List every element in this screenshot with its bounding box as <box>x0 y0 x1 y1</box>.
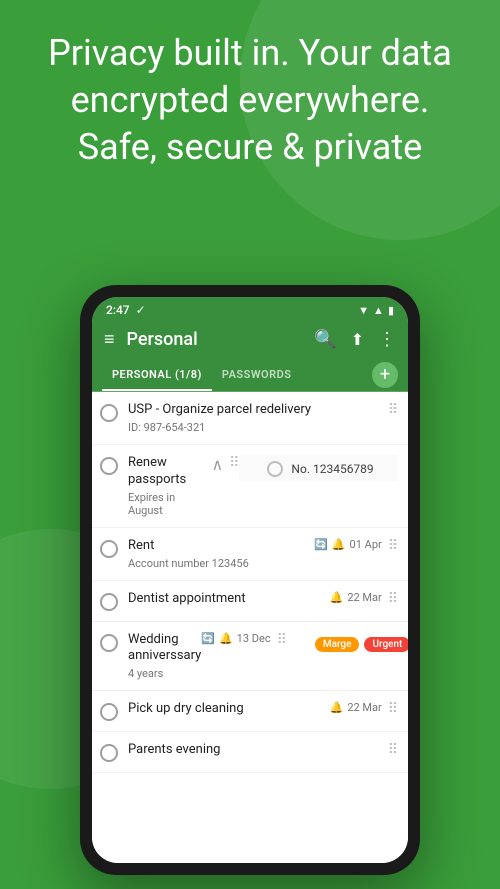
bell-icon: 🔔 <box>330 591 344 604</box>
bell-icon: 🔔 <box>330 701 344 714</box>
task-item: Renew passports Expires in August ∧ ⠿ No… <box>92 445 408 528</box>
task-date: 22 Mar <box>347 591 381 604</box>
hero-section: Privacy built in. Your data encrypted ev… <box>0 30 500 170</box>
task-item: Dentist appointment 🔔 22 Mar ⠿ <box>92 581 408 622</box>
task-content: USP - Organize parcel redelivery ID: 987… <box>128 402 382 434</box>
recurring-icon: 🔄 <box>201 632 215 645</box>
drag-icon: ⠿ <box>388 701 398 717</box>
status-time: 2:47 <box>106 303 130 317</box>
drag-icon: ⠿ <box>229 455 239 471</box>
task-subtitle: ID: 987-654-321 <box>128 421 382 434</box>
bell-icon: 🔔 <box>219 632 233 645</box>
task-checkbox[interactable] <box>100 634 118 652</box>
task-content: Renew passports Expires in August <box>128 455 211 517</box>
task-checkbox[interactable] <box>100 540 118 558</box>
add-list-button[interactable]: + <box>372 362 398 388</box>
task-content: Dentist appointment <box>128 591 330 608</box>
toolbar-title: Personal <box>127 329 198 350</box>
bell-icon: 🔔 <box>332 538 346 551</box>
task-subtitle: 4 years <box>128 667 201 680</box>
signal-icon: ▲ <box>373 304 384 317</box>
task-item: Pick up dry cleaning 🔔 22 Mar ⠿ <box>92 691 408 732</box>
task-title: Wedding anniverssary <box>128 632 201 666</box>
task-row: Renew passports Expires in August ∧ ⠿ <box>100 455 239 517</box>
task-meta: 🔄 🔔 13 Dec <box>201 632 270 645</box>
task-list: USP - Organize parcel redelivery ID: 987… <box>92 392 408 863</box>
tag-marge[interactable]: Marge <box>315 637 360 652</box>
task-content: Parents evening <box>128 742 382 759</box>
phone-screen: 2:47 ✓ ▼ ▲ ▮ ≡ Personal 🔍 ⬆ ⋮ P <box>92 297 408 863</box>
menu-icon[interactable]: ≡ <box>104 329 115 350</box>
task-title: Parents evening <box>128 742 382 759</box>
task-meta: 🔔 22 Mar <box>330 591 382 604</box>
task-date: 01 Apr <box>350 538 382 551</box>
task-subtitle: Expires in August <box>128 491 211 517</box>
sub-item-text: No. 123456789 <box>291 462 373 476</box>
drag-icon: ⠿ <box>277 632 287 648</box>
task-date: 13 Dec <box>237 632 271 645</box>
tab-bar: PERSONAL (1/8) PASSWORDS + <box>92 358 408 392</box>
sub-checkbox[interactable] <box>267 461 283 477</box>
task-row: Dentist appointment 🔔 22 Mar ⠿ <box>100 591 398 611</box>
toolbar-icons: 🔍 ⬆ ⋮ <box>314 329 396 350</box>
task-checkbox[interactable] <box>100 457 118 475</box>
task-item: Parents evening ⠿ <box>92 732 408 773</box>
status-left: 2:47 ✓ <box>106 303 146 317</box>
task-meta: 🔔 22 Mar <box>330 701 382 714</box>
task-meta: 🔄 🔔 01 Apr <box>314 538 382 551</box>
task-title: Dentist appointment <box>128 591 330 608</box>
sub-item: No. 123456789 <box>239 455 398 481</box>
more-icon[interactable]: ⋮ <box>378 329 396 350</box>
task-checkbox[interactable] <box>100 593 118 611</box>
task-checkbox[interactable] <box>100 703 118 721</box>
tab-passwords[interactable]: PASSWORDS <box>212 358 302 391</box>
task-subtitle: Account number 123456 <box>128 557 314 570</box>
drag-icon: ⠿ <box>388 538 398 554</box>
share-icon[interactable]: ⬆ <box>351 330 364 349</box>
task-title: Rent <box>128 538 314 555</box>
tab-personal[interactable]: PERSONAL (1/8) <box>102 358 212 391</box>
recurring-icon: 🔄 <box>314 538 328 551</box>
task-row: USP - Organize parcel redelivery ID: 987… <box>100 402 398 434</box>
task-date: 22 Mar <box>347 701 381 714</box>
task-title: USP - Organize parcel redelivery <box>128 402 382 419</box>
task-content: Pick up dry cleaning <box>128 701 330 718</box>
drag-icon: ⠿ <box>388 742 398 758</box>
task-row: Wedding anniverssary 4 years 🔄 🔔 13 Dec … <box>100 632 287 681</box>
task-row: Pick up dry cleaning 🔔 22 Mar ⠿ <box>100 701 398 721</box>
toolbar-left: ≡ Personal <box>104 329 198 350</box>
status-bar: 2:47 ✓ ▼ ▲ ▮ <box>92 297 408 321</box>
status-check: ✓ <box>136 303 146 317</box>
app-toolbar: ≡ Personal 🔍 ⬆ ⋮ <box>92 321 408 358</box>
task-row: Parents evening ⠿ <box>100 742 398 762</box>
task-row: Rent Account number 123456 🔄 🔔 01 Apr ⠿ <box>100 538 398 570</box>
task-item: USP - Organize parcel redelivery ID: 987… <box>92 392 408 445</box>
search-icon[interactable]: 🔍 <box>314 329 336 350</box>
task-content: Rent Account number 123456 <box>128 538 314 570</box>
task-item: Wedding anniverssary 4 years 🔄 🔔 13 Dec … <box>92 622 408 692</box>
drag-icon: ⠿ <box>388 591 398 607</box>
phone-frame: 2:47 ✓ ▼ ▲ ▮ ≡ Personal 🔍 ⬆ ⋮ P <box>80 285 420 875</box>
task-checkbox[interactable] <box>100 404 118 422</box>
task-tags: Marge Urgent <box>315 637 408 652</box>
task-content: Wedding anniverssary 4 years <box>128 632 201 681</box>
task-item: Rent Account number 123456 🔄 🔔 01 Apr ⠿ <box>92 528 408 581</box>
tag-urgent[interactable]: Urgent <box>364 637 408 652</box>
status-right: ▼ ▲ ▮ <box>358 304 394 317</box>
wifi-icon: ▼ <box>358 304 369 317</box>
drag-icon: ⠿ <box>388 402 398 418</box>
task-title: Renew passports <box>128 455 211 489</box>
battery-icon: ▮ <box>388 304 394 317</box>
task-title: Pick up dry cleaning <box>128 701 330 718</box>
hero-title: Privacy built in. Your data encrypted ev… <box>30 30 470 170</box>
task-checkbox[interactable] <box>100 744 118 762</box>
collapse-icon[interactable]: ∧ <box>211 455 223 474</box>
